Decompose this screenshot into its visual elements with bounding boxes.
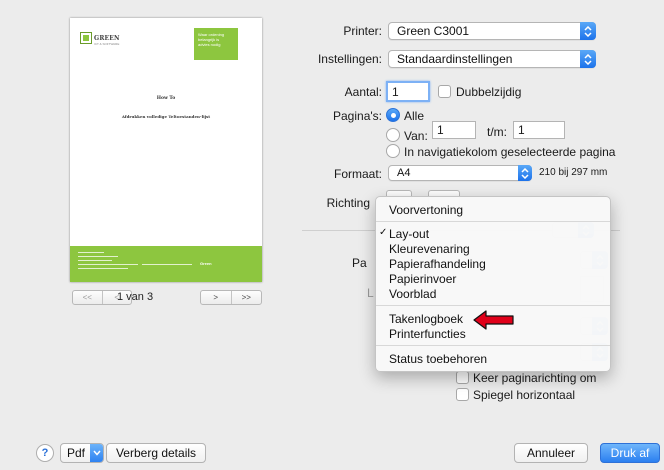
menu-item-printerfuncties[interactable]: Printerfuncties xyxy=(389,327,466,341)
pdf-menu-button[interactable]: Pdf xyxy=(60,443,104,463)
checkmark-icon: ✓ xyxy=(379,227,388,238)
menu-item-voorvertoning[interactable]: Voorvertoning xyxy=(389,203,463,217)
section-dropdown-menu: Voorvertoning ✓ Lay-out Kleurevenaring P… xyxy=(375,196,611,372)
menu-separator xyxy=(376,345,610,346)
logo-text: GREEN xyxy=(94,34,120,42)
format-size: 210 bij 297 mm xyxy=(539,167,608,178)
settings-value: Standaardinstellingen xyxy=(397,52,513,66)
flip-orientation-checkbox[interactable] xyxy=(456,371,469,384)
menu-separator xyxy=(376,305,610,306)
from-input[interactable]: 1 xyxy=(432,121,476,139)
page-count: 1 van 3 xyxy=(117,291,154,303)
format-value: A4 xyxy=(397,167,411,179)
printer-value: Green C3001 xyxy=(397,24,470,38)
pages-all-radio[interactable] xyxy=(386,108,400,122)
format-select[interactable]: A4 xyxy=(388,165,532,181)
first-page-button[interactable]: << xyxy=(73,291,102,304)
menu-item-layout[interactable]: ✓ Lay-out xyxy=(379,227,430,241)
document-title: How To xyxy=(156,96,176,101)
format-label: Formaat: xyxy=(333,167,382,181)
settings-label: Instellingen: xyxy=(317,52,382,66)
logo-icon xyxy=(80,32,92,44)
duplex-checkbox[interactable] xyxy=(438,85,451,98)
copies-value: 1 xyxy=(392,84,399,99)
help-icon: ? xyxy=(41,447,49,459)
flip-orientation-label: Keer paginarichting om xyxy=(473,371,597,385)
printer-label: Printer: xyxy=(343,24,382,38)
menu-item-status-toebehoren[interactable]: Status toebehoren xyxy=(389,352,487,366)
red-arrow-icon xyxy=(473,310,514,330)
cancel-label: Annuleer xyxy=(526,446,576,460)
copies-input[interactable]: 1 xyxy=(386,81,430,102)
hide-details-button[interactable]: Verberg details xyxy=(106,443,206,463)
pages-per-sheet-label: Pa xyxy=(352,256,367,270)
menu-item-label: Lay-out xyxy=(389,227,430,241)
print-button[interactable]: Druk af xyxy=(600,443,660,463)
from-label: Van: xyxy=(404,129,428,143)
pages-range-radio[interactable] xyxy=(386,128,400,142)
last-page-button[interactable]: >> xyxy=(230,291,262,304)
up-down-chevron-icon xyxy=(518,165,532,181)
next-page-button[interactable]: > xyxy=(201,291,231,304)
orientation-label: Richting xyxy=(326,196,370,210)
to-value: 1 xyxy=(518,123,525,137)
settings-select[interactable]: Standaardinstellingen xyxy=(388,50,596,68)
layout-direction-label: L xyxy=(367,286,374,300)
duplex-label: Dubbelzijdig xyxy=(456,85,522,99)
pages-label: Pagina's: xyxy=(333,109,382,123)
printer-select[interactable]: Green C3001 xyxy=(388,22,596,40)
menu-item-papierafhandeling[interactable]: Papierafhandeling xyxy=(389,257,486,271)
hide-details-label: Verberg details xyxy=(115,446,197,460)
cancel-button[interactable]: Annuleer xyxy=(514,443,588,463)
menu-item-kleurevenaring[interactable]: Kleurevenaring xyxy=(389,242,470,256)
copies-label: Aantal: xyxy=(344,85,382,99)
document-footer: Green xyxy=(70,246,262,282)
menu-item-papierinvoer[interactable]: Papierinvoer xyxy=(389,272,456,286)
from-value: 1 xyxy=(437,123,444,137)
menu-separator xyxy=(376,221,610,222)
help-button[interactable]: ? xyxy=(36,444,54,462)
menu-item-takenlogboek[interactable]: Takenlogboek xyxy=(389,312,463,326)
up-down-chevron-icon xyxy=(580,22,596,40)
menu-item-voorblad[interactable]: Voorblad xyxy=(389,287,436,301)
header-tag: Waar ordening belangrijk is advies nodig xyxy=(194,28,238,60)
to-label: t/m: xyxy=(487,125,507,139)
sidebar-selection-label: In navigatiekolom geselecteerde pagina xyxy=(404,145,616,159)
chevron-down-icon xyxy=(90,444,103,462)
mirror-horizontal-label: Spiegel horizontaal xyxy=(473,388,576,402)
logo-subtitle: ICT & SOFTWARE xyxy=(94,42,120,46)
page-nav-forward: > >> xyxy=(200,290,262,305)
pages-all-label: Alle xyxy=(404,109,425,123)
print-label: Druk af xyxy=(610,446,650,460)
up-down-chevron-icon xyxy=(580,50,596,68)
mirror-horizontal-checkbox[interactable] xyxy=(456,388,469,401)
pdf-label: Pdf xyxy=(67,446,86,460)
pages-sidebar-radio[interactable] xyxy=(386,144,400,158)
print-preview-page: GREEN ICT & SOFTWARE Waar ordening belan… xyxy=(70,18,262,282)
footer-logo: Green xyxy=(200,261,212,266)
document-subtitle: Afdrukken volledige Teltoestanden-lijst xyxy=(121,114,211,119)
to-input[interactable]: 1 xyxy=(513,121,565,139)
